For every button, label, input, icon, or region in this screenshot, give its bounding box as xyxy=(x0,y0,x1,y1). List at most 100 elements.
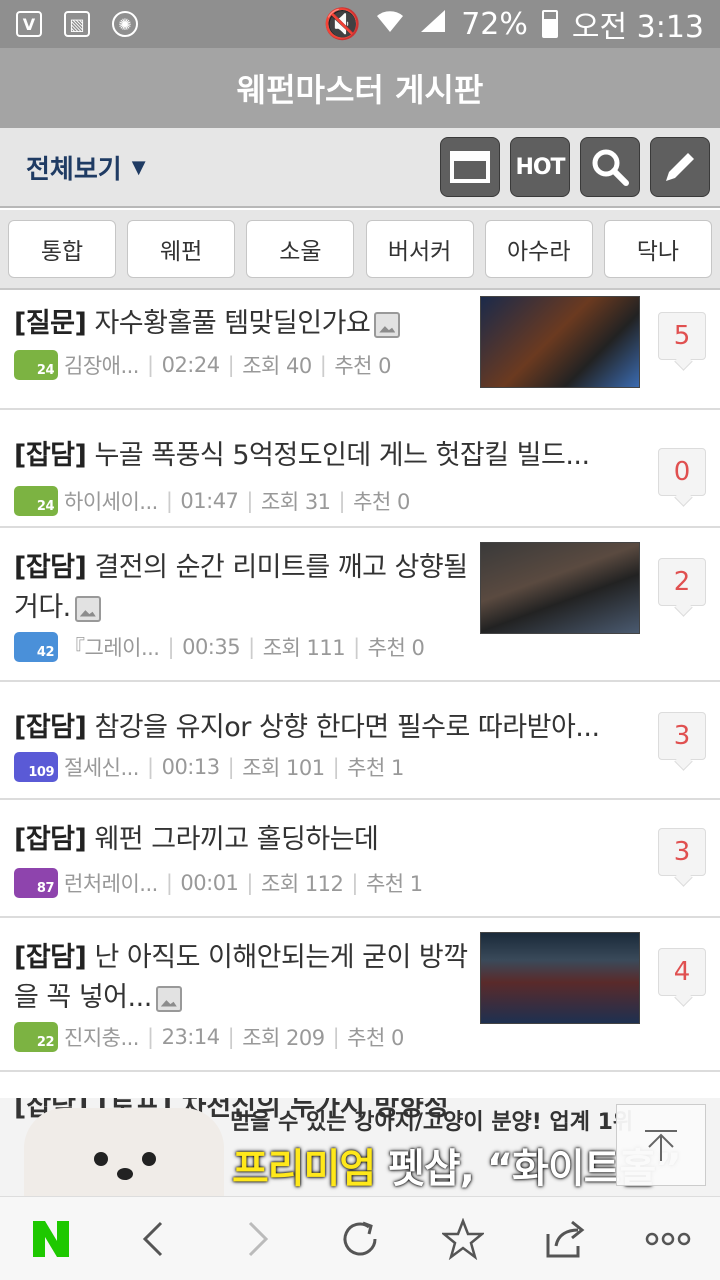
bookmark-button[interactable] xyxy=(423,1199,503,1279)
page-title: 웨펀마스터 게시판 xyxy=(0,48,720,128)
likes: 추천 0 xyxy=(347,1026,404,1050)
hot-button[interactable]: HOT xyxy=(510,137,570,197)
author: 런처레이... xyxy=(64,872,158,896)
post-meta: 24 김장애... | 02:24 | 조회 40 | 추천 0 xyxy=(14,350,391,380)
caret-down-icon: ▼ xyxy=(131,156,146,178)
time: 01:47 xyxy=(180,489,239,513)
back-button[interactable] xyxy=(114,1199,194,1279)
author: 김장애... xyxy=(64,354,140,378)
battery-percent: 72% xyxy=(461,6,528,42)
likes: 추천 1 xyxy=(347,756,404,780)
post-meta: 87 런처레이... | 00:01 | 조회 112 | 추천 1 xyxy=(14,868,423,898)
list-item[interactable]: [잡담] 참강을 유지or 상향 한다면 필수로 따라받아... 109 절세신… xyxy=(0,682,720,800)
post-meta: 22 진지충... | 23:14 | 조회 209 | 추천 0 xyxy=(14,1022,404,1052)
gallery-icon: ▧ xyxy=(64,11,90,37)
chevron-right-icon xyxy=(249,1221,269,1256)
star-icon xyxy=(441,1217,484,1260)
refresh-icon xyxy=(343,1221,377,1255)
scroll-to-top-button[interactable] xyxy=(616,1104,706,1186)
time: 00:35 xyxy=(182,635,241,659)
pinwheel-icon: ✺ xyxy=(112,11,138,37)
clock: 오전 3:13 xyxy=(571,10,704,45)
window-icon xyxy=(450,151,490,183)
post-meta: 24 하이세이... | 01:47 | 조회 31 | 추천 0 xyxy=(14,486,410,516)
level-badge: 109 xyxy=(14,752,58,782)
share-button[interactable] xyxy=(526,1199,606,1279)
view-all-dropdown[interactable]: 전체보기 ▼ xyxy=(26,149,146,186)
category-tabs: 통합 웨펀 소울 버서커 아수라 닥나 xyxy=(0,210,720,290)
views: 조회 40 xyxy=(242,354,312,378)
likes: 추천 0 xyxy=(353,490,410,514)
views: 조회 31 xyxy=(261,490,331,514)
post-title: [잡담] 결전의 순간 리미트를 깨고 상향될거다. xyxy=(14,552,468,623)
level-badge: 24 xyxy=(14,486,58,516)
list-item[interactable]: [잡담] 난 아직도 이해안되는게 굳이 방깍을 꼭 넣어... 22 진지충.… xyxy=(0,918,720,1072)
post-title: [잡담] 난 아직도 이해안되는게 굳이 방깍을 꼭 넣어... xyxy=(14,942,468,1013)
tab-asura[interactable]: 아수라 xyxy=(484,220,593,278)
post-meta: 42 『그레이... | 00:35 | 조회 111 | 추천 0 xyxy=(14,632,425,662)
level-badge: 22 xyxy=(14,1022,58,1052)
post-thumbnail[interactable] xyxy=(480,542,640,634)
likes: 추천 0 xyxy=(367,636,425,660)
comment-count: 4 xyxy=(658,948,706,996)
list-item[interactable]: [잡담] 결전의 순간 리미트를 깨고 상향될거다. 42 『그레이... | 0… xyxy=(0,528,720,682)
post-thumbnail[interactable] xyxy=(480,932,640,1024)
views: 조회 112 xyxy=(261,872,344,896)
refresh-button[interactable] xyxy=(320,1199,400,1279)
list-item[interactable]: [질문] 자수황홀풀 템맞딜인가요 24 김장애... | 02:24 | 조회 4… xyxy=(0,292,720,410)
app-v-icon: V xyxy=(16,11,42,37)
search-icon xyxy=(592,149,629,186)
time: 23:14 xyxy=(161,1025,221,1049)
naver-home-button[interactable] xyxy=(11,1199,91,1279)
signal-icon xyxy=(419,7,447,42)
likes: 추천 1 xyxy=(365,872,423,896)
post-meta: 109 절세신... | 00:13 | 조회 101 | 추천 1 xyxy=(14,752,404,782)
author: 하이세이... xyxy=(64,490,158,514)
chevron-left-icon xyxy=(143,1221,163,1256)
comment-count: 2 xyxy=(658,558,706,606)
likes: 추천 0 xyxy=(334,354,391,378)
views: 조회 209 xyxy=(242,1026,325,1050)
image-attached-icon xyxy=(155,985,182,1012)
more-button[interactable] xyxy=(628,1199,708,1279)
post-title: [질문] 자수황홀풀 템맞딜인가요 xyxy=(14,304,464,344)
post-thumbnail[interactable] xyxy=(480,296,640,388)
status-bar: V ▧ ✺ 🔇 72% 오전 3:13 xyxy=(0,0,720,48)
more-dots-icon xyxy=(646,1232,691,1245)
views: 조회 101 xyxy=(242,756,325,780)
ad-line1: 믿을 수 있는 강아지/고양이 분양! 업계 1위 xyxy=(230,1110,634,1135)
browser-navbar xyxy=(0,1196,720,1280)
forward-button[interactable] xyxy=(217,1199,297,1279)
post-title: [잡담] 웨펀 그라끼고 홀딩하는데 xyxy=(14,824,379,855)
pencil-icon xyxy=(666,153,694,181)
search-button[interactable] xyxy=(580,137,640,197)
naver-logo-icon xyxy=(33,1220,70,1257)
battery-icon xyxy=(541,10,558,38)
level-badge: 87 xyxy=(14,868,58,898)
tab-berserker[interactable]: 버서커 xyxy=(365,220,474,278)
tab-soul[interactable]: 소울 xyxy=(246,220,355,278)
puppy-image xyxy=(24,1108,224,1196)
comment-count: 5 xyxy=(658,312,706,360)
tab-all[interactable]: 통합 xyxy=(8,220,116,278)
tab-dark-knight[interactable]: 닥나 xyxy=(603,220,712,278)
time: 00:13 xyxy=(161,755,221,779)
tab-weapon[interactable]: 웨펀 xyxy=(127,220,236,278)
window-view-button[interactable] xyxy=(440,137,500,197)
comment-count: 3 xyxy=(658,828,706,876)
list-item[interactable]: [잡담] 웨펀 그라끼고 홀딩하는데 87 런처레이... | 00:01 | 조회… xyxy=(0,800,720,918)
list-item[interactable]: [잡담] 누골 폭풍식 5억정도인데 게느 헛잡킬 빌드... 24 하이세이.… xyxy=(0,410,720,528)
post-list: [질문] 자수황홀풀 템맞딜인가요 24 김장애... | 02:24 | 조회 4… xyxy=(0,292,720,1072)
level-badge: 42 xyxy=(14,632,58,662)
ad-line2: 프리미엄 펫샵, “화이트홀” xyxy=(232,1146,682,1192)
author: 『그레이... xyxy=(64,636,160,660)
view-all-label: 전체보기 xyxy=(26,154,122,185)
author: 절세신... xyxy=(64,756,140,780)
write-button[interactable] xyxy=(650,137,710,197)
ad-banner[interactable]: [잡담] [토프] 차천신의 두가지 방향성 믿을 수 있는 강아지/고양이 분… xyxy=(0,1098,720,1196)
comment-count: 0 xyxy=(658,448,706,496)
post-title: [잡담] 누골 폭풍식 5억정도인데 게느 헛잡킬 빌드... xyxy=(14,440,590,471)
level-badge: 24 xyxy=(14,350,58,380)
board-toolbar: 전체보기 ▼ HOT xyxy=(0,128,720,208)
wifi-icon xyxy=(375,7,405,42)
